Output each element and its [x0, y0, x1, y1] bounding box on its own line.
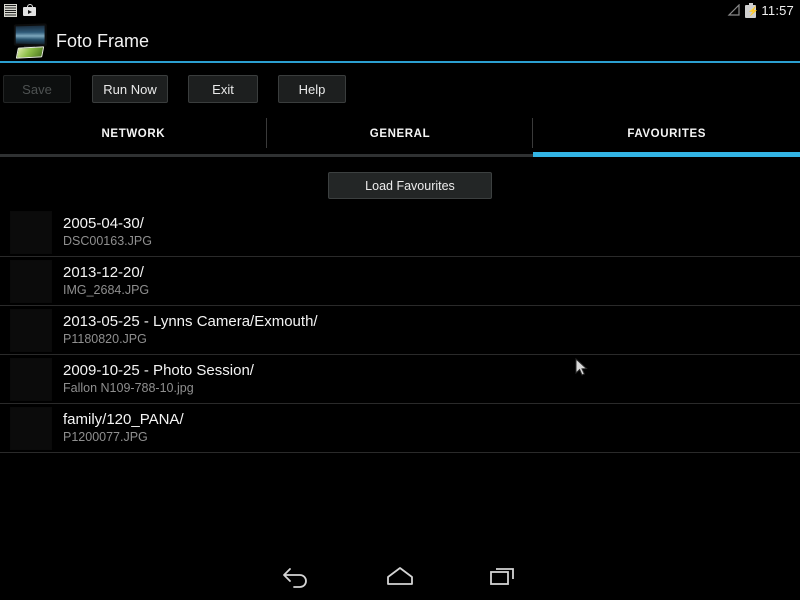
- list-item[interactable]: family/120_PANA/ P1200077.JPG: [0, 404, 800, 453]
- news-icon: [4, 3, 17, 17]
- exit-button[interactable]: Exit: [188, 75, 258, 103]
- thumbnail-image: [10, 308, 52, 352]
- thumbnail-image: [10, 357, 52, 401]
- tab-general-label: GENERAL: [369, 128, 431, 140]
- status-clock: 11:57: [761, 2, 794, 18]
- status-bar: ⚡ 11:57: [0, 0, 800, 20]
- action-button-row: Save Run Now Exit Help: [0, 75, 800, 107]
- favourite-file: Fallon N109-788-10.jpg: [63, 381, 194, 395]
- thumbnail-image: [10, 406, 52, 450]
- tab-network-label: NETWORK: [101, 128, 166, 140]
- favourite-file: IMG_2684.JPG: [63, 283, 150, 297]
- list-item[interactable]: 2013-05-25 - Lynns Camera/Exmouth/ P1180…: [0, 306, 800, 355]
- favourite-file: P1200077.JPG: [63, 430, 148, 444]
- favourite-file: DSC00163.JPG: [63, 234, 152, 248]
- page-title: Foto Frame: [56, 30, 150, 51]
- favourite-folder: 2009-10-25 - Photo Session/: [63, 362, 254, 379]
- photo-frame-icon: [8, 23, 50, 59]
- android-nav-bar: [0, 550, 800, 600]
- status-system-area: ⚡ 11:57: [727, 2, 794, 18]
- recents-icon[interactable]: [482, 558, 526, 592]
- list-item[interactable]: 2013-12-20/ IMG_2684.JPG: [0, 257, 800, 306]
- tab-favourites[interactable]: FAVOURITES: [533, 115, 800, 157]
- mouse-cursor: [575, 357, 588, 377]
- home-icon[interactable]: [378, 558, 422, 592]
- tab-network[interactable]: NETWORK: [0, 115, 267, 157]
- thumbnail-image: [10, 259, 52, 303]
- list-item[interactable]: 2005-04-30/ DSC00163.JPG: [0, 208, 800, 257]
- tab-general[interactable]: GENERAL: [266, 115, 534, 157]
- favourites-list: 2005-04-30/ DSC00163.JPG 2013-12-20/ IMG…: [0, 208, 800, 453]
- favourite-folder: 2005-04-30/: [63, 215, 144, 232]
- favourite-folder: 2013-05-25 - Lynns Camera/Exmouth/: [63, 313, 318, 330]
- status-notification-area: [4, 3, 36, 17]
- help-button[interactable]: Help: [278, 75, 346, 103]
- tab-favourites-label: FAVOURITES: [627, 128, 706, 140]
- thumbnail-image: [10, 210, 52, 254]
- favourite-file: P1180820.JPG: [63, 332, 147, 346]
- signal-triangle-icon: [727, 4, 741, 16]
- header-divider: [0, 61, 800, 63]
- list-item[interactable]: 2009-10-25 - Photo Session/ Fallon N109-…: [0, 355, 800, 404]
- android-screen: ⚡ 11:57 Foto Frame Save Run Now Exit Hel…: [0, 0, 800, 600]
- battery-charging-icon: ⚡: [745, 2, 759, 18]
- tab-bar: NETWORK GENERAL FAVOURITES: [0, 115, 800, 157]
- save-button[interactable]: Save: [3, 75, 71, 103]
- back-icon[interactable]: [274, 558, 318, 592]
- run-now-button[interactable]: Run Now: [92, 75, 168, 103]
- app-header: Foto Frame: [0, 20, 800, 62]
- load-favourites-button[interactable]: Load Favourites: [328, 172, 492, 199]
- play-store-bag-icon: [23, 4, 36, 16]
- favourite-folder: 2013-12-20/: [63, 264, 144, 281]
- favourite-folder: family/120_PANA/: [63, 411, 184, 428]
